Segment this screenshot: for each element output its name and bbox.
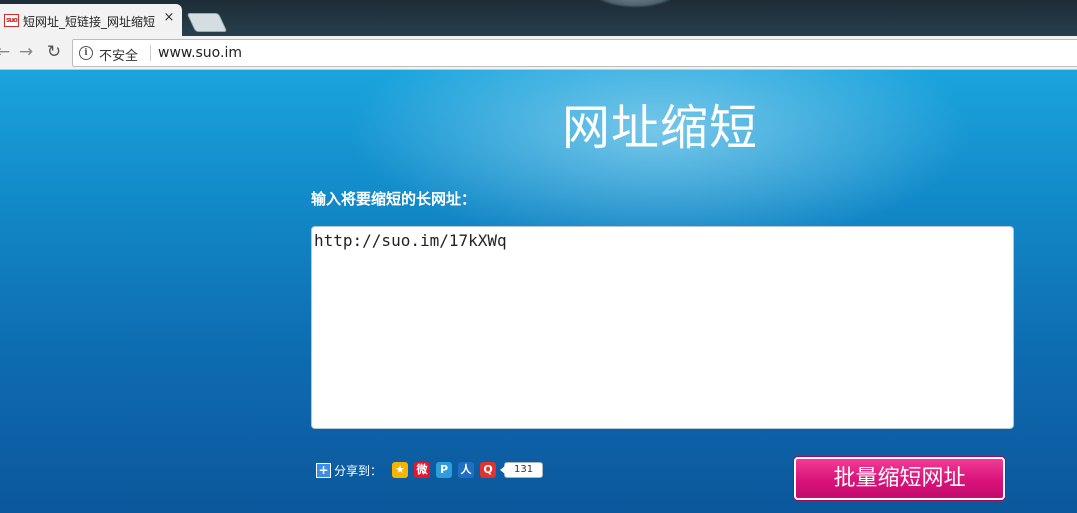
url-text[interactable]: www.suo.im — [158, 45, 242, 61]
tab-strip: suo 短网址_短链接_网址缩短 × — [0, 0, 1077, 36]
browser-toolbar: ← → ↻ i 不安全 www.suo.im — [0, 36, 1077, 70]
address-divider — [150, 45, 151, 61]
long-url-textarea[interactable]: http://suo.im/17kXWq — [311, 226, 1014, 429]
batch-shorten-button[interactable]: 批量缩短网址 — [794, 457, 1005, 500]
tencent-weibo-icon[interactable]: P — [436, 462, 453, 478]
window-decoration — [590, 0, 680, 8]
page-content: 网址缩短 输入将要缩短的长网址： http://suo.im/17kXWq + … — [0, 70, 1077, 513]
weibo-icon[interactable]: 微 — [414, 462, 431, 478]
forward-arrow-icon[interactable]: → — [15, 41, 37, 63]
page-title: 网址缩短 — [561, 100, 758, 156]
share-plus-icon[interactable]: + — [316, 462, 331, 478]
tab-title: 短网址_短链接_网址缩短 — [23, 15, 155, 29]
url-input-label: 输入将要缩短的长网址： — [311, 190, 477, 208]
new-tab-button[interactable] — [186, 13, 228, 32]
close-tab-icon[interactable]: × — [162, 11, 176, 25]
info-icon[interactable]: i — [79, 46, 93, 60]
renren-icon[interactable]: 人 — [458, 462, 475, 478]
browser-tab[interactable]: suo 短网址_短链接_网址缩短 × — [0, 4, 182, 36]
reload-icon[interactable]: ↻ — [43, 41, 65, 63]
share-services: ★ 微 P 人 Q — [392, 462, 502, 478]
share-bar: + 分享到： ★ 微 P 人 Q 131 — [316, 461, 544, 479]
more-share-icon[interactable]: Q — [480, 462, 497, 478]
share-count-badge[interactable]: 131 — [500, 462, 544, 478]
site-favicon-icon: suo — [4, 14, 19, 27]
address-bar[interactable]: i 不安全 www.suo.im — [72, 39, 1077, 67]
share-label: 分享到： — [334, 463, 383, 478]
qzone-icon[interactable]: ★ — [392, 462, 409, 478]
back-arrow-icon[interactable]: ← — [0, 41, 14, 63]
security-label[interactable]: 不安全 — [99, 45, 138, 64]
